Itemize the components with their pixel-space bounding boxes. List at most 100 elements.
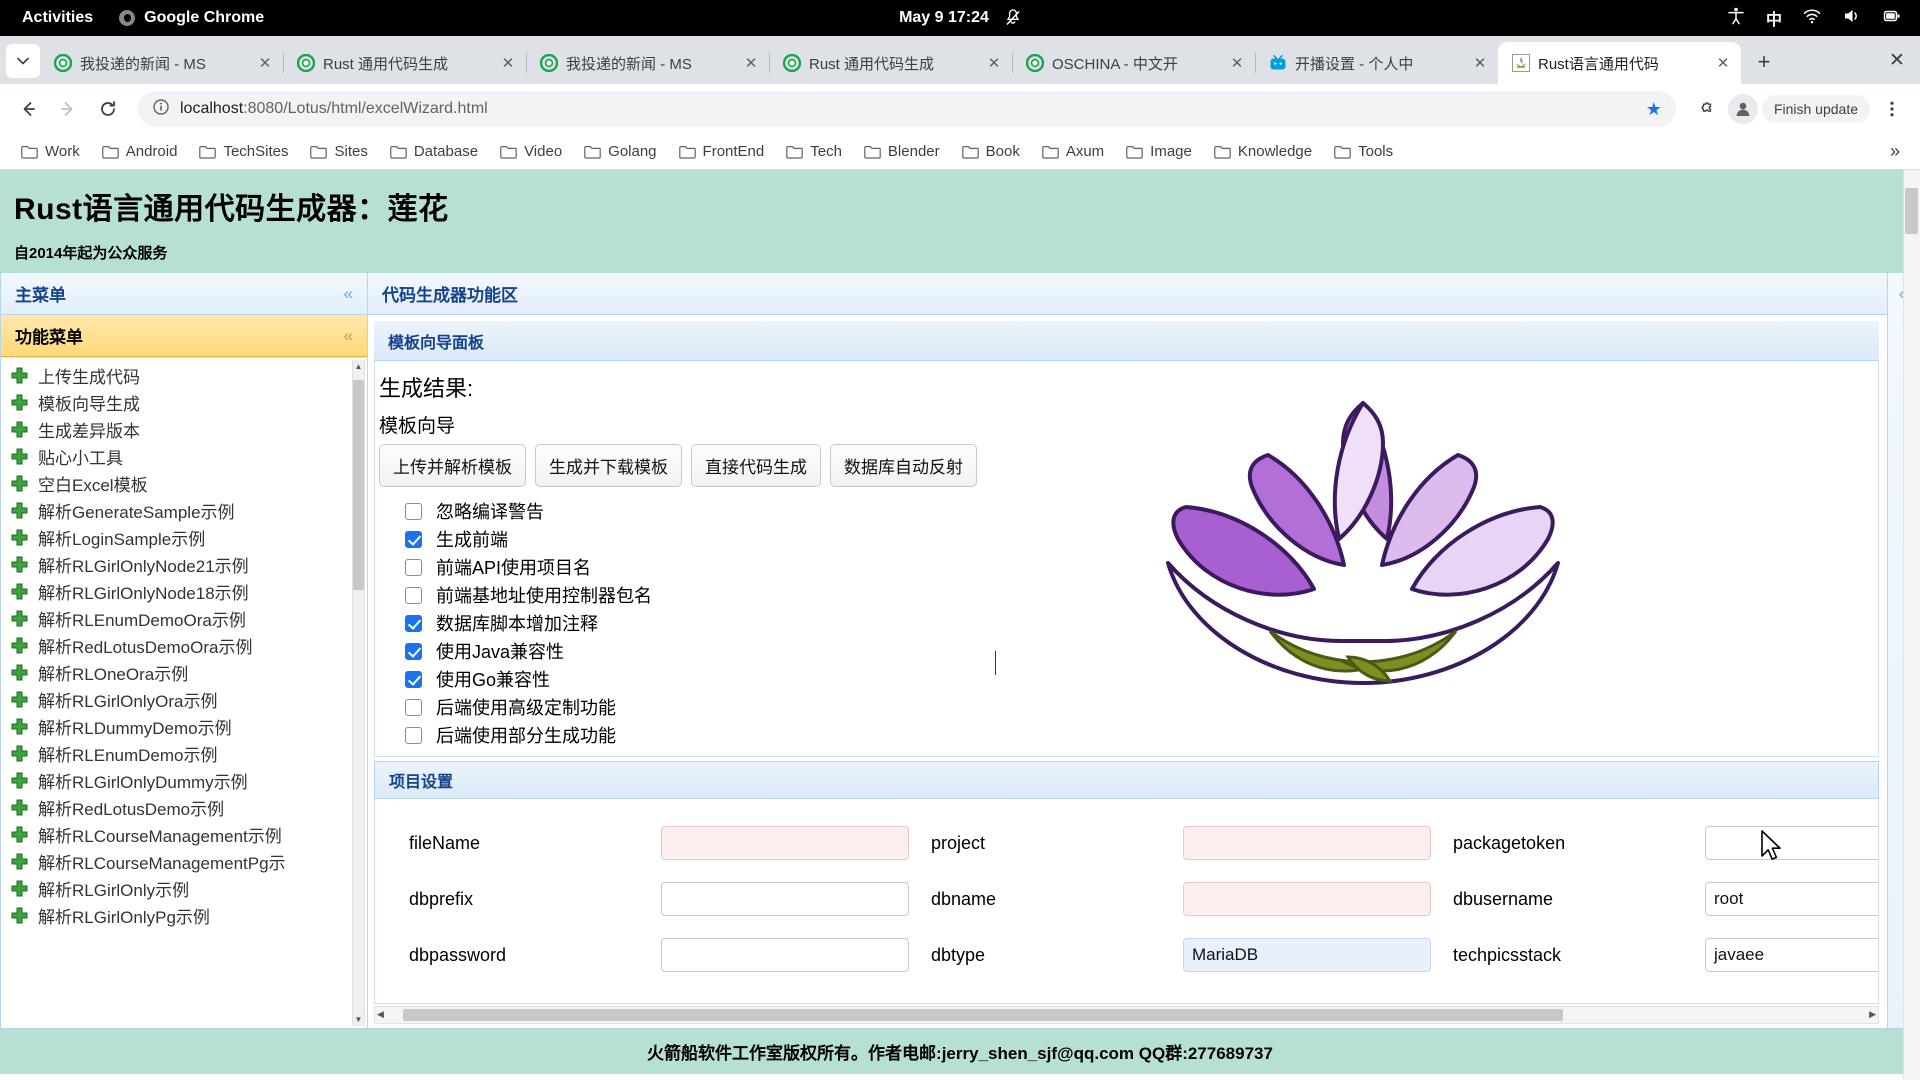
- option-row[interactable]: 后端使用高级定制功能: [405, 693, 1878, 721]
- menu-item[interactable]: 解析LoginSample示例: [1, 524, 367, 551]
- tab-close-button[interactable]: ✕: [1713, 53, 1733, 73]
- dbpassword-input[interactable]: [661, 938, 909, 972]
- bookmark-item[interactable]: Golang: [575, 139, 665, 164]
- function-menu-header[interactable]: 功能菜单 «: [1, 315, 367, 357]
- tab-search-button[interactable]: [6, 44, 40, 78]
- bookmark-item[interactable]: Work: [12, 139, 89, 164]
- browser-tab[interactable]: 开播设置 - 个人中 ✕: [1255, 42, 1499, 84]
- page-vertical-scrollbar[interactable]: [1903, 170, 1920, 1080]
- option-row[interactable]: 忽略编译警告: [405, 497, 1878, 525]
- three-dots-icon[interactable]: [1874, 91, 1910, 127]
- menu-item[interactable]: 解析RLOneOra示例: [1, 659, 367, 686]
- scroll-left-arrow-icon[interactable]: ◀: [377, 1009, 384, 1020]
- checkbox-java-compatibility[interactable]: [405, 642, 422, 660]
- menu-item[interactable]: 解析GenerateSample示例: [1, 497, 367, 524]
- menu-item[interactable]: 空白Excel模板: [1, 470, 367, 497]
- bookmarks-overflow-button[interactable]: »: [1882, 139, 1908, 164]
- power-icon[interactable]: [1882, 6, 1902, 31]
- active-app-indicator[interactable]: Google Chrome: [119, 9, 264, 27]
- finish-update-button[interactable]: Finish update: [1761, 95, 1870, 123]
- filename-input[interactable]: [661, 826, 909, 860]
- option-row[interactable]: 前端API使用项目名: [405, 553, 1878, 581]
- horizontal-scrollbar-thumb[interactable]: [403, 1009, 1563, 1021]
- back-arrow-icon[interactable]: [10, 91, 46, 127]
- menu-item[interactable]: 解析RLCourseManagementPg示: [1, 848, 367, 875]
- option-row[interactable]: 后端使用部分生成功能: [405, 721, 1878, 749]
- bookmark-item[interactable]: Tools: [1325, 139, 1402, 164]
- bookmark-item[interactable]: Database: [381, 139, 487, 164]
- browser-tab[interactable]: Rust 通用代码生成 ✕: [283, 42, 527, 84]
- checkbox-generate-frontend[interactable]: [405, 530, 422, 548]
- checkbox-backend-advanced-custom[interactable]: [405, 698, 422, 716]
- menu-item[interactable]: 解析RLGirlOnlyDummy示例: [1, 767, 367, 794]
- info-circle-icon[interactable]: [152, 98, 170, 121]
- tab-close-button[interactable]: ✕: [498, 53, 518, 73]
- bookmark-item[interactable]: Book: [953, 139, 1029, 164]
- menu-item[interactable]: 解析RLCourseManagement示例: [1, 821, 367, 848]
- menu-item[interactable]: 解析RedLotusDemo示例: [1, 794, 367, 821]
- wizard-panel-header[interactable]: 模板向导面板: [374, 321, 1879, 361]
- chevron-expand-icon[interactable]: «: [344, 326, 353, 346]
- browser-tab[interactable]: Rust 通用代码生成 ✕: [769, 42, 1013, 84]
- menu-item[interactable]: 解析RLGirlOnly示例: [1, 875, 367, 902]
- packagetoken-input[interactable]: [1705, 826, 1878, 860]
- address-bar[interactable]: localhost:8080/Lotus/html/excelWizard.ht…: [138, 91, 1676, 127]
- accessibility-icon[interactable]: [1726, 6, 1746, 31]
- direct-code-generate-button[interactable]: 直接代码生成: [691, 444, 821, 487]
- menu-item[interactable]: 贴心小工具: [1, 443, 367, 470]
- bookmark-star-icon[interactable]: ★: [1646, 99, 1662, 120]
- profile-avatar-icon[interactable]: [1727, 94, 1758, 124]
- menu-item[interactable]: 解析RedLotusDemoOra示例: [1, 632, 367, 659]
- project-settings-header[interactable]: 项目设置: [374, 761, 1879, 799]
- input-method-indicator[interactable]: 中: [1766, 6, 1782, 30]
- checkbox-backend-partial-generate[interactable]: [405, 726, 422, 744]
- browser-tab-active[interactable]: Rust语言通用代码 ✕: [1498, 42, 1741, 84]
- browser-tab[interactable]: OSCHINA - 中文开 ✕: [1012, 42, 1256, 84]
- menu-item[interactable]: 解析RLGirlOnlyNode18示例: [1, 578, 367, 605]
- close-window-button[interactable]: ✕: [1880, 46, 1914, 74]
- menu-item[interactable]: 上传生成代码: [1, 362, 367, 389]
- project-input[interactable]: [1183, 826, 1431, 860]
- generate-download-template-button[interactable]: 生成并下载模板: [535, 444, 682, 487]
- scroll-up-arrow-icon[interactable]: ▲: [353, 360, 364, 373]
- dbname-input[interactable]: [1183, 882, 1431, 916]
- checkbox-frontend-api-project-name[interactable]: [405, 558, 422, 576]
- menu-item[interactable]: 解析RLGirlOnlyNode21示例: [1, 551, 367, 578]
- checkbox-go-compatibility[interactable]: [405, 670, 422, 688]
- browser-tab[interactable]: 我投递的新闻 - MS ✕: [526, 42, 770, 84]
- reload-icon[interactable]: [90, 91, 126, 127]
- menu-item[interactable]: 解析RLDummyDemo示例: [1, 713, 367, 740]
- tab-close-button[interactable]: ✕: [984, 53, 1004, 73]
- dbusername-input[interactable]: root: [1705, 882, 1878, 916]
- sidebar-scrollbar-thumb[interactable]: [353, 380, 364, 590]
- bookmark-item[interactable]: Image: [1117, 139, 1201, 164]
- tab-close-button[interactable]: ✕: [1227, 53, 1247, 73]
- new-tab-button[interactable]: +: [1747, 45, 1781, 79]
- checkbox-db-script-comments[interactable]: [405, 614, 422, 632]
- option-row[interactable]: 数据库脚本增加注释: [405, 609, 1878, 637]
- dbtype-select[interactable]: MariaDB: [1183, 938, 1431, 972]
- option-row[interactable]: 生成前端: [405, 525, 1878, 553]
- checkbox-ignore-compile-warning[interactable]: [405, 502, 422, 520]
- bookmark-item[interactable]: Blender: [855, 139, 949, 164]
- menu-item[interactable]: 解析RLGirlOnlyOra示例: [1, 686, 367, 713]
- tab-close-button[interactable]: ✕: [1470, 53, 1490, 73]
- tab-close-button[interactable]: ✕: [741, 53, 761, 73]
- checkbox-frontend-base-url-controller-package[interactable]: [405, 586, 422, 604]
- forward-arrow-icon[interactable]: [50, 91, 86, 127]
- wifi-icon[interactable]: [1802, 6, 1822, 31]
- techpicsstack-input[interactable]: javaee: [1705, 938, 1878, 972]
- bookmark-item[interactable]: Knowledge: [1205, 139, 1321, 164]
- menu-item[interactable]: 解析RLGirlOnlyPg示例: [1, 902, 367, 929]
- main-menu-header[interactable]: 主菜单 «: [1, 273, 367, 315]
- dbprefix-input[interactable]: [661, 882, 909, 916]
- option-row[interactable]: 前端基地址使用控制器包名: [405, 581, 1878, 609]
- volume-icon[interactable]: [1842, 6, 1862, 31]
- bookmark-item[interactable]: Axum: [1033, 139, 1113, 164]
- page-scrollbar-thumb[interactable]: [1905, 188, 1918, 234]
- database-auto-reflect-button[interactable]: 数据库自动反射: [830, 444, 977, 487]
- option-row[interactable]: 使用Go兼容性: [405, 665, 1878, 693]
- menu-item[interactable]: 解析RLEnumDemo示例: [1, 740, 367, 767]
- activities-button[interactable]: Activities: [22, 9, 93, 27]
- scroll-down-arrow-icon[interactable]: ▼: [353, 1013, 364, 1026]
